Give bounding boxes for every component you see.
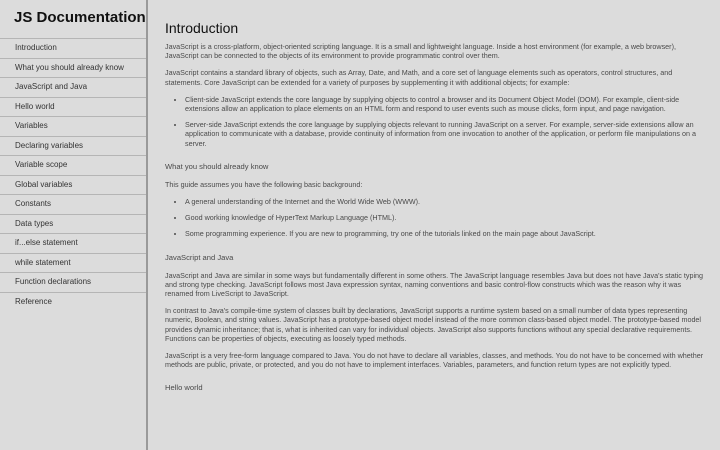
intro-paragraph: JavaScript is a cross-platform, object-o… [165,42,676,61]
nav-link-reference[interactable]: Reference [0,291,146,312]
list-item: Some programming experience. If you are … [185,229,706,238]
list-item: A general understanding of the Internet … [185,197,706,206]
know-list: A general understanding of the Internet … [165,197,706,239]
section-heading: JavaScript and Java [165,252,234,262]
nav-link-hello-world[interactable]: Hello world [0,96,146,117]
nav-link-constants[interactable]: Constants [0,194,146,214]
nav-link-if-else-statement[interactable]: if...else statement [0,233,146,253]
intro-paragraph: JavaScript contains a standard library o… [165,68,673,87]
list-item: Good working knowledge of HyperText Mark… [185,213,706,222]
nav-link-what-you-should-already-know[interactable]: What you should already know [0,57,146,78]
section-paragraph: This guide assumes you have the followin… [165,179,363,189]
sidebar-header: JS Documentation [0,0,146,36]
section-paragraph: JavaScript and Java are similar in some … [165,270,704,299]
section-hello-world: Hello world [165,383,706,395]
section-introduction: Introduction JavaScript is a cross-platf… [165,20,706,148]
nav-link-variable-scope[interactable]: Variable scope [0,155,146,175]
list-item: Server-side JavaScript extends the core … [185,120,706,148]
intro-list: Client-side JavaScript extends the core … [165,95,706,148]
nav-link-while-statement[interactable]: while statement [0,252,146,273]
section-heading: Hello world [165,383,203,393]
nav-link-declaring-variables[interactable]: Declaring variables [0,135,146,156]
section-paragraph: In contrast to Java's compile-time syste… [165,306,702,343]
nav-link-function-declarations[interactable]: Function declarations [0,272,146,292]
section-javascript-and-java: JavaScript and Java JavaScript and Java … [165,253,706,370]
nav-link-introduction[interactable]: Introduction [0,38,146,58]
list-item: Client-side JavaScript extends the core … [185,95,706,113]
section-heading: What you should already know [165,161,269,171]
sidebar-nav: JS Documentation Introduction What you s… [0,0,148,450]
page-title: Introduction [165,20,239,36]
section-paragraph: JavaScript is a very free-form language … [165,351,704,370]
nav-link-global-variables[interactable]: Global variables [0,174,146,195]
nav-link-data-types[interactable]: Data types [0,213,146,234]
section-what-you-should-already-know: What you should already know This guide … [165,162,706,239]
docs-title: JS Documentation [14,9,146,26]
nav-list: Introduction What you should already kno… [0,38,146,311]
main-doc: Introduction JavaScript is a cross-platf… [150,0,720,450]
nav-link-javascript-and-java[interactable]: JavaScript and Java [0,77,146,97]
nav-link-variables[interactable]: Variables [0,116,146,136]
